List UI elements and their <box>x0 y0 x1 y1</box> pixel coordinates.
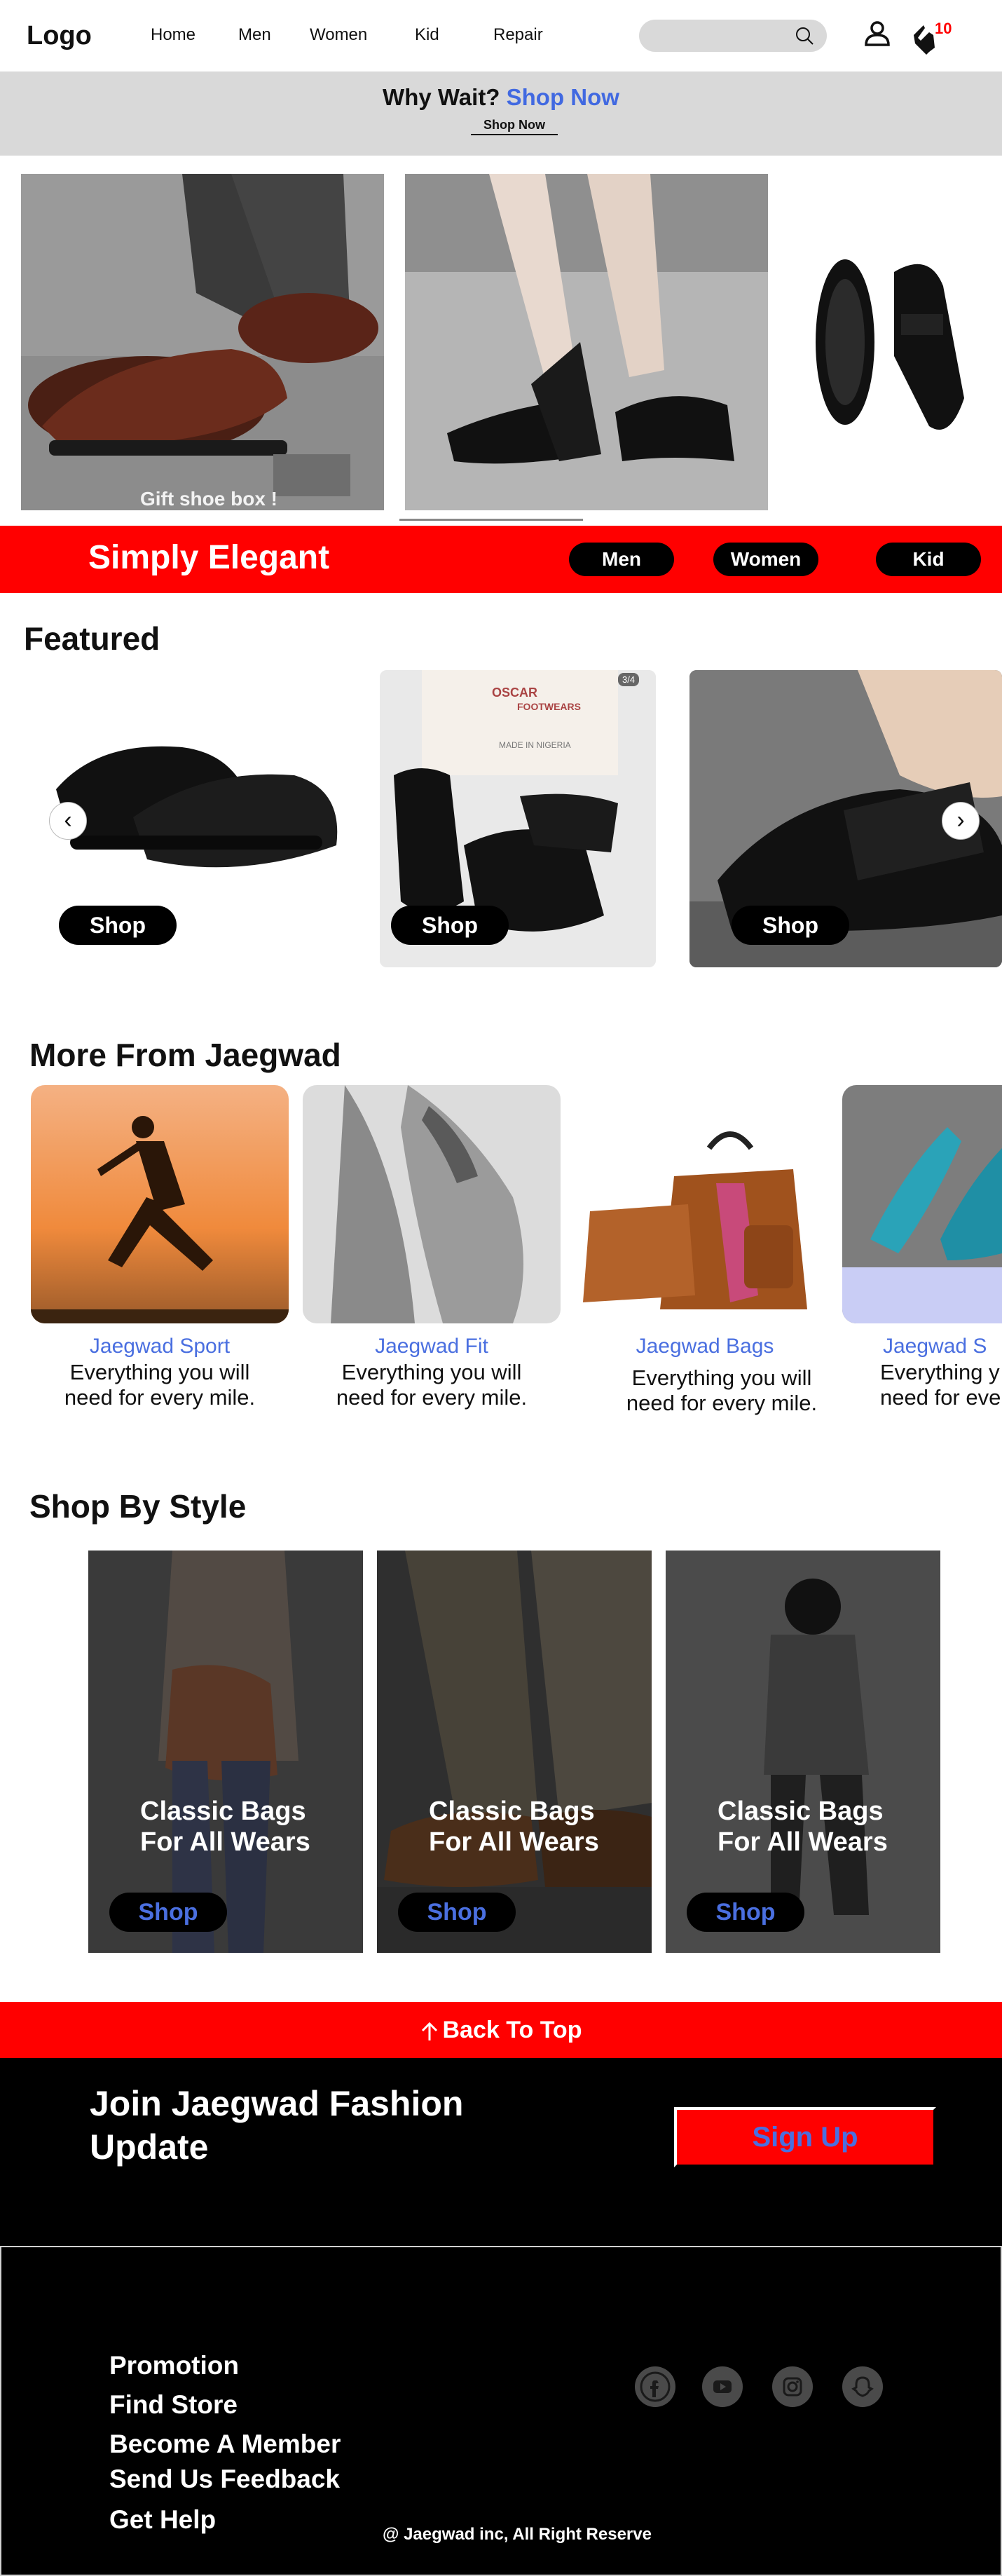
box-label-brand: OSCAR <box>492 686 538 700</box>
more-card-fit[interactable] <box>303 1085 561 1323</box>
more-card-heels[interactable] <box>842 1085 1002 1323</box>
more-card-sport-desc-1: Everything you will <box>69 1360 250 1384</box>
style-card-1-line2: For All Wears <box>140 1827 310 1857</box>
newsletter-section: Join Jaegwad Fashion Update Sign Up <box>0 2058 1002 2246</box>
style-card-2-line2: For All Wears <box>429 1827 599 1857</box>
instagram-glyph <box>783 2377 802 2397</box>
nav-women[interactable]: Women <box>310 25 367 45</box>
featured-prev-arrow-icon[interactable]: ‹ <box>49 802 87 840</box>
runner-image <box>31 1085 289 1323</box>
footer-link-find-store[interactable]: Find Store <box>109 2390 238 2420</box>
style-card-1-text: Classic Bags For All Wears <box>140 1796 310 1858</box>
footer-link-feedback[interactable]: Send Us Feedback <box>109 2465 340 2494</box>
hero-image-sandals[interactable] <box>405 174 768 510</box>
snapchat-glyph <box>851 2376 874 2397</box>
snapchat-icon[interactable] <box>842 2366 883 2407</box>
facebook-glyph <box>640 2371 671 2402</box>
bags-image <box>576 1085 834 1323</box>
more-card-bags-desc-1: Everything you will <box>631 1365 812 1390</box>
more-card-bags-desc-2: need for every mile. <box>626 1391 818 1415</box>
category-strip: Simply Elegant Men Women Kid <box>0 526 1002 593</box>
loafer-illustration <box>21 174 384 510</box>
style-card-2-line1: Classic Bags <box>429 1797 595 1826</box>
nav-kid[interactable]: Kid <box>415 25 439 45</box>
shop-by-style-title: Shop By Style <box>29 1488 247 1525</box>
instagram-icon[interactable] <box>772 2366 813 2407</box>
style-card-1-line1: Classic Bags <box>140 1797 306 1826</box>
featured-title: Featured <box>24 620 160 657</box>
back-to-top-label: Back To Top <box>442 2017 582 2043</box>
featured-shop-button-2[interactable]: Shop <box>391 906 509 945</box>
style-card-3-text: Classic Bags For All Wears <box>718 1796 888 1858</box>
style-card-3-shop-button[interactable]: Shop <box>687 1893 804 1932</box>
featured-shop-button-1[interactable]: Shop <box>59 906 177 945</box>
hero-slider-indicator[interactable] <box>399 519 583 521</box>
promo-banner: Why Wait? Shop Now Shop Now <box>0 71 1002 156</box>
more-from-title: More From Jaegwad <box>29 1037 341 1073</box>
footer-link-promotion[interactable]: Promotion <box>109 2351 239 2380</box>
style-card-3-line2: For All Wears <box>718 1827 888 1857</box>
more-card-sport-desc-2: need for every mile. <box>64 1385 256 1410</box>
hero-image-school-shoes[interactable] <box>789 174 1002 510</box>
hero-caption: Gift shoe box ! <box>140 488 277 510</box>
style-card-1[interactable]: Classic Bags For All Wears Shop <box>88 1551 363 1953</box>
style-card-3-line1: Classic Bags <box>718 1797 884 1826</box>
school-shoe-illustration <box>789 174 1002 510</box>
promo-shop-link[interactable]: Shop Now <box>507 84 619 110</box>
search-icon[interactable] <box>795 26 814 46</box>
facebook-icon[interactable] <box>635 2366 675 2407</box>
style-card-3[interactable]: Classic Bags For All Wears Shop <box>666 1551 940 1953</box>
strip-kid-button[interactable]: Kid <box>876 543 981 576</box>
style-card-2[interactable]: Classic Bags For All Wears Shop <box>377 1551 652 1953</box>
strip-title: Simply Elegant <box>88 539 330 576</box>
youtube-glyph <box>713 2380 732 2393</box>
promo-shop-button[interactable]: Shop Now <box>471 118 558 135</box>
sandal-illustration <box>405 174 768 510</box>
more-card-bags[interactable] <box>576 1085 834 1323</box>
hero-image-loafers[interactable]: Gift shoe box ! <box>21 174 384 510</box>
logo[interactable]: Logo <box>27 21 92 51</box>
featured-next-arrow-icon[interactable]: › <box>942 802 980 840</box>
heels-image <box>842 1085 1002 1323</box>
style-card-2-shop-button[interactable]: Shop <box>398 1893 516 1932</box>
featured-card-sandal[interactable]: 3/4 OSCAR FOOTWEARS MADE IN NIGERIA Shop <box>380 670 656 967</box>
style-card-1-shop-button[interactable]: Shop <box>109 1893 227 1932</box>
site-footer: Promotion Find Store Become A Member Sen… <box>0 2246 1002 2576</box>
more-card-heels-desc-1: Everything y <box>880 1360 1000 1384</box>
promo-headline: Why Wait? Shop Now <box>0 84 1002 111</box>
box-label-origin: MADE IN NIGERIA <box>499 740 571 750</box>
more-card-sport[interactable] <box>31 1085 289 1323</box>
strip-men-button[interactable]: Men <box>569 543 674 576</box>
suede-shoe-image <box>303 1085 561 1323</box>
user-icon[interactable] <box>863 20 891 48</box>
nav-men[interactable]: Men <box>238 25 271 45</box>
more-card-fit-desc-2: need for every mile. <box>336 1385 528 1410</box>
more-card-fit-title[interactable]: Jaegwad Fit <box>303 1335 561 1358</box>
more-card-fit-desc-1: Everything you will <box>341 1360 522 1384</box>
nav-repair[interactable]: Repair <box>493 25 543 45</box>
more-card-bags-title[interactable]: Jaegwad Bags <box>576 1335 834 1358</box>
footer-link-get-help[interactable]: Get Help <box>109 2505 216 2535</box>
nav-home[interactable]: Home <box>151 25 195 45</box>
box-label-footwears: FOOTWEARS <box>517 701 581 712</box>
footer-link-become-member[interactable]: Become A Member <box>109 2430 341 2459</box>
featured-shop-button-3[interactable]: Shop <box>732 906 849 945</box>
more-card-heels-title[interactable]: Jaegwad S <box>883 1335 987 1358</box>
style-card-2-text: Classic Bags For All Wears <box>429 1796 599 1858</box>
more-card-sport-title[interactable]: Jaegwad Sport <box>31 1335 289 1358</box>
cart-count-badge: 10 <box>935 20 952 37</box>
search-input[interactable] <box>639 20 827 52</box>
more-card-heels-desc-2: need for eve <box>880 1385 1001 1410</box>
copyright-text: @ Jaegwad inc, All Right Reserve <box>383 2525 652 2544</box>
youtube-icon[interactable] <box>702 2366 743 2407</box>
newsletter-title: Join Jaegwad Fashion Update <box>90 2084 464 2167</box>
site-header: Logo Home Men Women Kid Repair 10 <box>0 0 1002 71</box>
promo-question: Why Wait? <box>383 84 500 110</box>
back-to-top-button[interactable]: Back To Top <box>0 2002 1002 2058</box>
strip-women-button[interactable]: Women <box>713 543 818 576</box>
featured-image-counter: 3/4 <box>618 673 640 686</box>
arrow-up-icon <box>421 2022 437 2041</box>
sign-up-button[interactable]: Sign Up <box>674 2107 936 2167</box>
